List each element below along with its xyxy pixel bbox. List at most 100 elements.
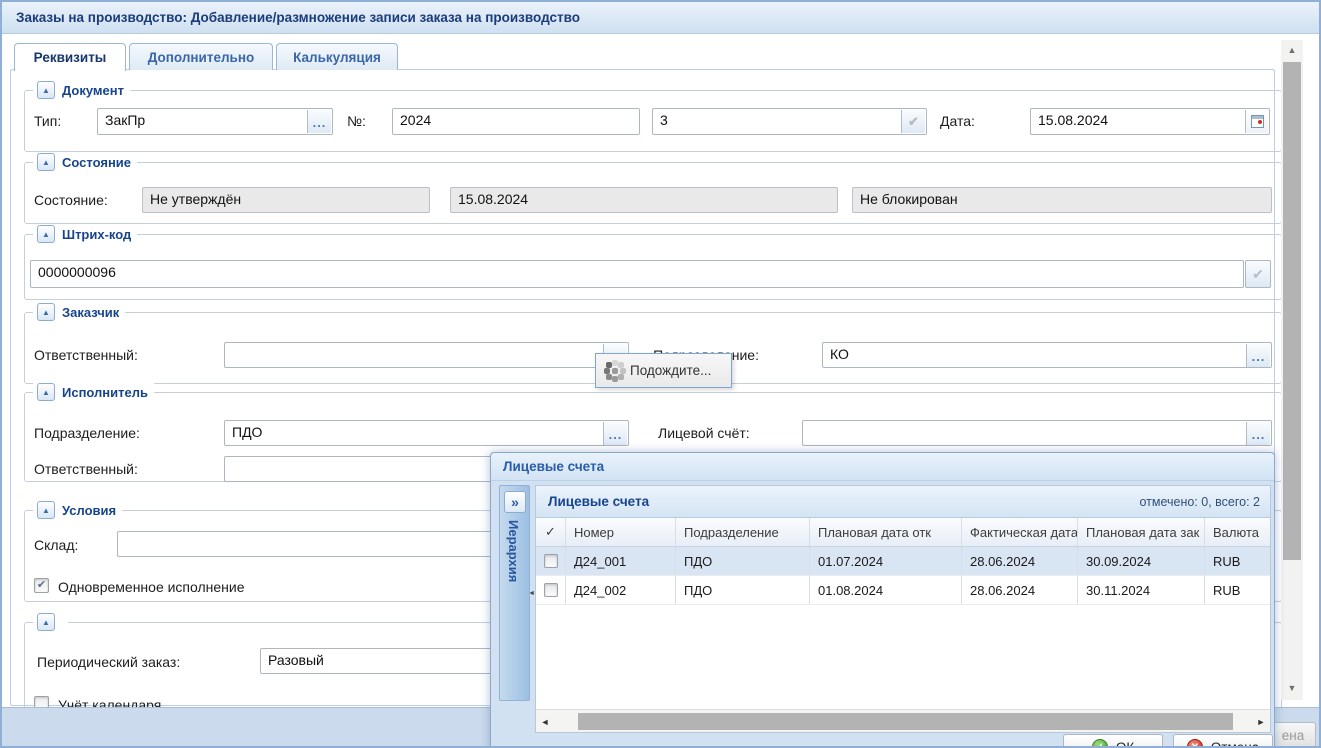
block-state-value: Не блокирован: [860, 191, 958, 207]
barcode-value: 0000000096: [38, 264, 116, 280]
cancel-label: Отмена: [1211, 740, 1259, 748]
sequence-value: 3: [660, 112, 668, 128]
column-number[interactable]: Номер: [566, 518, 676, 546]
check-glyph: ✓: [1096, 742, 1104, 748]
window-title: Заказы на производство: Добавление/размн…: [16, 10, 580, 25]
collapse-customer-button[interactable]: ▲: [37, 303, 55, 321]
x-glyph: ✕: [1191, 742, 1199, 748]
table-row[interactable]: Д24_001 ПДО 01.07.2024 28.06.2024 30.09.…: [536, 547, 1270, 576]
account-lookup-button[interactable]: ...: [1246, 422, 1270, 445]
table-row[interactable]: Д24_002 ПДО 01.08.2024 28.06.2024 30.11.…: [536, 576, 1270, 605]
hierarchy-panel: » Иерархия ◄: [499, 485, 530, 701]
cell-department: ПДО: [676, 576, 810, 604]
arrow-right-icon: ►: [1257, 717, 1266, 727]
periodic-order-value: Разовый: [268, 652, 324, 668]
simultaneous-label: Одновременное исполнение: [58, 579, 245, 595]
check-icon: ✔: [908, 115, 919, 128]
hierarchy-expand-button[interactable]: »: [504, 491, 526, 513]
wait-tooltip: Подождите...: [595, 353, 732, 388]
fieldset-customer-title: Заказчик: [62, 305, 119, 320]
collapse-icon: ▲: [42, 506, 50, 515]
cell-currency: RUB: [1205, 576, 1268, 604]
hierarchy-label: Иерархия: [506, 520, 521, 582]
type-lookup-button[interactable]: ...: [307, 110, 331, 133]
simultaneous-checkbox[interactable]: ✔: [34, 578, 49, 593]
barcode-field[interactable]: 0000000096: [30, 260, 1244, 288]
window-titlebar: Заказы на производство: Добавление/размн…: [2, 2, 1319, 34]
ellipsis-icon: ...: [1252, 428, 1266, 441]
customer-department-field[interactable]: КО ...: [822, 342, 1272, 368]
periodic-order-label: Периодический заказ:: [37, 654, 180, 670]
ok-icon: ✓: [1092, 739, 1108, 748]
date-field[interactable]: 15.08.2024: [1030, 108, 1270, 135]
date-picker-button[interactable]: [1245, 110, 1268, 133]
executor-department-lookup-button[interactable]: ...: [603, 422, 627, 445]
scroll-right-button[interactable]: ►: [1252, 710, 1270, 733]
horizontal-scrollbar[interactable]: ◄ ►: [536, 709, 1270, 732]
accounts-table-header-row: ✓ Номер Подразделение Плановая дата отк …: [536, 518, 1270, 547]
ok-button[interactable]: ✓ ОК: [1063, 734, 1163, 748]
collapse-barcode-button[interactable]: ▲: [37, 225, 55, 243]
row-checkbox[interactable]: [544, 583, 558, 597]
cell-number: Д24_002: [566, 576, 676, 604]
customer-department-value: КО: [830, 346, 849, 362]
arrow-left-icon: ◄: [528, 590, 535, 597]
vertical-scrollbar-thumb[interactable]: [1283, 62, 1301, 560]
column-actual-date[interactable]: Фактическая дата: [962, 518, 1078, 546]
type-field[interactable]: ЗакПр ...: [97, 108, 333, 135]
scroll-left-button[interactable]: ◄: [536, 710, 554, 733]
customer-department-lookup-button[interactable]: ...: [1246, 344, 1270, 367]
sequence-confirm-button[interactable]: ✔: [901, 110, 925, 133]
column-check[interactable]: ✓: [536, 518, 566, 546]
horizontal-scrollbar-thumb[interactable]: [578, 713, 1233, 730]
column-department[interactable]: Подразделение: [676, 518, 810, 546]
collapse-state-button[interactable]: ▲: [37, 153, 55, 171]
cell-actual-date: 28.06.2024: [962, 547, 1078, 575]
cell-number: Д24_001: [566, 547, 676, 575]
sequence-field[interactable]: 3 ✔: [652, 108, 927, 135]
collapse-icon: ▲: [42, 388, 50, 397]
collapse-conditions-button[interactable]: ▲: [37, 501, 55, 519]
number-field[interactable]: 2024: [392, 108, 640, 135]
executor-department-field[interactable]: ПДО ...: [224, 420, 629, 446]
column-planned-close[interactable]: Плановая дата зак: [1078, 518, 1205, 546]
collapse-icon: ▲: [42, 86, 50, 95]
date-value: 15.08.2024: [1038, 112, 1108, 128]
block-state-field: Не блокирован: [852, 187, 1272, 213]
main-cancel-button[interactable]: ена: [1270, 722, 1316, 748]
tab-dopolnitelno[interactable]: Дополнительно: [129, 43, 273, 70]
scroll-up-button[interactable]: ▲: [1281, 40, 1303, 60]
ellipsis-icon: ...: [609, 428, 623, 441]
number-label: №:: [347, 113, 366, 129]
fieldset-conditions-title: Условия: [62, 503, 116, 518]
cell-actual-date: 28.06.2024: [962, 576, 1078, 604]
accounts-dialog-title: Лицевые счета: [503, 459, 604, 474]
collapse-icon: ▲: [42, 158, 50, 167]
tab-kalkulyaciya[interactable]: Калькуляция: [276, 43, 398, 70]
wait-tooltip-text: Подождите...: [630, 363, 711, 378]
column-planned-open[interactable]: Плановая дата отк: [810, 518, 962, 546]
column-currency[interactable]: Валюта: [1205, 518, 1268, 546]
collapse-executor-button[interactable]: ▲: [37, 383, 55, 401]
customer-responsible-field[interactable]: ...: [224, 342, 629, 368]
state-value-field: Не утверждён: [142, 187, 430, 213]
tab-rekvizity[interactable]: Реквизиты: [14, 43, 126, 71]
vertical-scrollbar[interactable]: ▲ ▼: [1281, 40, 1303, 700]
ok-label: ОК: [1116, 740, 1134, 748]
collapse-document-button[interactable]: ▲: [37, 81, 55, 99]
number-value: 2024: [400, 112, 431, 128]
type-label: Тип:: [34, 113, 61, 129]
accounts-grid-panel: Лицевые счета отмечено: 0, всего: 2 ✓ Но…: [535, 485, 1271, 733]
barcode-confirm-button[interactable]: ✔: [1245, 260, 1271, 288]
arrow-down-icon: ▼: [1288, 683, 1297, 693]
cancel-icon: ✕: [1187, 739, 1203, 748]
account-field[interactable]: ...: [802, 420, 1272, 446]
row-checkbox[interactable]: [544, 554, 558, 568]
cancel-button[interactable]: ✕ Отмена: [1173, 734, 1273, 748]
cell-planned-open: 01.08.2024: [810, 576, 962, 604]
double-chevron-icon: »: [511, 494, 519, 510]
collapse-periodic-button[interactable]: ▲: [37, 613, 55, 631]
ellipsis-icon: ...: [1252, 350, 1266, 363]
scroll-down-button[interactable]: ▼: [1281, 678, 1303, 698]
splitter-grip-icon[interactable]: ◄: [528, 590, 535, 597]
